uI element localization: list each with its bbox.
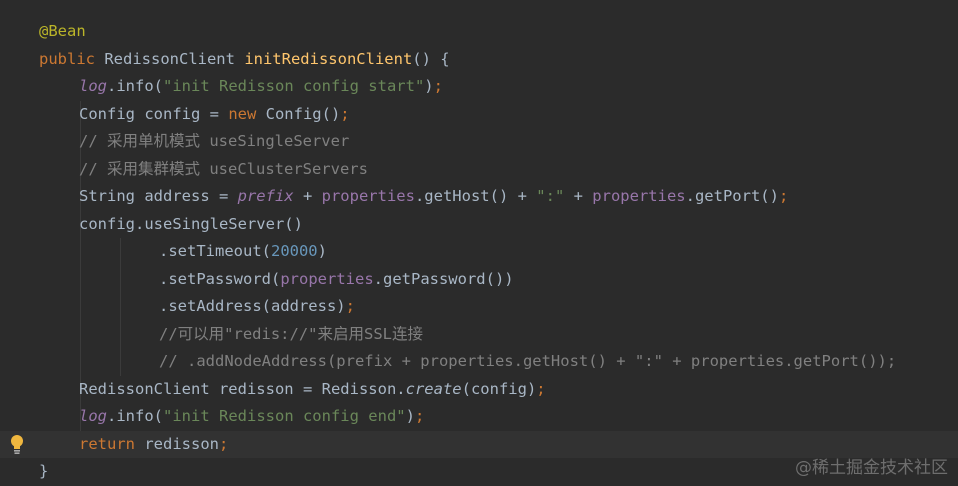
code-token: ) xyxy=(317,242,327,260)
code-token: properties xyxy=(592,187,686,205)
code-line-content: return redisson; xyxy=(79,431,228,459)
code-token: Config config = xyxy=(79,104,229,123)
code-token: + xyxy=(293,187,322,205)
code-token: initRedissonClient xyxy=(244,49,413,68)
code-line[interactable]: Config config = new Config(); xyxy=(0,100,958,129)
code-token: .getPort() xyxy=(685,187,779,205)
indent-guide xyxy=(120,293,121,321)
code-line[interactable]: .setPassword(properties.getPassword()) xyxy=(0,265,958,294)
code-line[interactable]: log.info("init Redisson config end"); xyxy=(0,403,958,431)
code-line-content: } xyxy=(39,458,48,486)
code-token: ; xyxy=(218,434,229,453)
code-line-content: .setAddress(address); xyxy=(159,293,355,321)
code-token: log xyxy=(79,77,107,95)
code-line[interactable]: RedissonClient redisson = Redisson.creat… xyxy=(0,375,958,404)
code-editor[interactable]: @Bean public RedissonClient initRedissonC… xyxy=(0,0,958,486)
code-token: Config() xyxy=(265,104,341,123)
code-line[interactable]: // .addNodeAddress(prefix + properties.g… xyxy=(0,348,958,376)
code-token: } xyxy=(39,462,49,480)
indent-guide xyxy=(80,348,81,376)
code-token: ; xyxy=(778,187,789,205)
code-line[interactable]: String address = prefix + properties.get… xyxy=(0,183,958,211)
code-token: "init Redisson config start" xyxy=(163,77,425,95)
code-token: properties xyxy=(321,187,415,205)
code-line[interactable]: log.info("init Redisson config start"); xyxy=(0,73,958,101)
code-token: ":" xyxy=(536,187,565,205)
lightbulb-icon[interactable] xyxy=(9,434,25,456)
code-token: + xyxy=(564,187,593,205)
code-area[interactable]: @Bean public RedissonClient initRedissonC… xyxy=(0,18,958,486)
code-token: ; xyxy=(433,77,443,95)
indent-guide xyxy=(120,320,121,348)
code-token: .setTimeout( xyxy=(159,242,271,260)
code-token: public xyxy=(39,49,105,68)
code-token: ; xyxy=(536,379,546,398)
code-token: "init Redisson config end" xyxy=(163,407,406,425)
code-token: // 采用单机模式 useSingleServer xyxy=(79,132,350,150)
code-line[interactable]: //可以用"redis://"来启用SSL连接 xyxy=(0,320,958,349)
code-line-content: // 采用单机模式 useSingleServer xyxy=(79,128,349,156)
code-line-content: Config config = new Config(); xyxy=(79,101,350,129)
indent-guide xyxy=(80,265,81,293)
code-token: ) xyxy=(424,77,434,95)
code-token: ; xyxy=(340,104,350,123)
code-line-content: RedissonClient redisson = Redisson.creat… xyxy=(79,376,546,404)
code-line-content: // 采用集群模式 useClusterServers xyxy=(79,156,368,184)
code-token: .getHost() + xyxy=(414,187,537,205)
code-token: ) xyxy=(405,407,415,425)
code-token: .setPassword( xyxy=(159,269,281,288)
code-line-content: // .addNodeAddress(prefix + properties.g… xyxy=(159,348,896,376)
indent-guide xyxy=(120,265,121,293)
code-token: @Bean xyxy=(39,22,86,40)
indent-guide xyxy=(120,238,121,266)
code-token: prefix xyxy=(237,187,294,205)
code-line-content: log.info("init Redisson config start"); xyxy=(79,73,443,101)
indent-guide xyxy=(120,348,121,376)
code-line[interactable]: // 采用集群模式 useClusterServers xyxy=(0,155,958,184)
watermark: @稀土掘金技术社区 xyxy=(795,458,948,478)
code-token: new xyxy=(228,104,266,123)
code-token: String address = xyxy=(79,187,238,205)
code-line-content: .setTimeout(20000) xyxy=(159,238,327,266)
code-token: () { xyxy=(412,49,450,68)
code-line-content: log.info("init Redisson config end"); xyxy=(79,403,424,431)
code-token: .setAddress(address) xyxy=(159,297,346,315)
code-line[interactable]: public RedissonClient initRedissonClient… xyxy=(0,46,958,74)
code-token: properties xyxy=(280,269,374,288)
code-line[interactable]: // 采用单机模式 useSingleServer xyxy=(0,128,958,156)
code-line[interactable]: config.useSingleServer() xyxy=(0,210,958,239)
code-line[interactable]: .setTimeout(20000) xyxy=(0,238,958,266)
indent-guide xyxy=(80,238,81,266)
code-token: //可以用"redis://"来启用SSL连接 xyxy=(159,324,423,343)
code-token: redisson xyxy=(144,434,219,453)
code-token: .getPassword()) xyxy=(373,269,514,288)
code-token: ; xyxy=(414,407,425,425)
code-token: // .addNodeAddress(prefix + properties.g… xyxy=(159,352,897,370)
code-line-content: @Bean xyxy=(39,18,86,46)
code-token: create xyxy=(405,379,462,398)
code-line-content: public RedissonClient initRedissonClient… xyxy=(39,46,450,74)
code-line-content: String address = prefix + properties.get… xyxy=(79,183,788,211)
code-line-content: config.useSingleServer() xyxy=(79,211,303,239)
code-token: log xyxy=(79,407,107,425)
code-token: .info( xyxy=(107,407,163,425)
code-line-content: .setPassword(properties.getPassword()) xyxy=(159,266,514,294)
code-token: config.useSingleServer() xyxy=(79,214,303,233)
code-token: 20000 xyxy=(270,242,318,260)
code-line-content: //可以用"redis://"来启用SSL连接 xyxy=(159,321,423,349)
code-token: // 采用集群模式 useClusterServers xyxy=(79,159,368,178)
code-token: (config) xyxy=(461,379,537,398)
code-line[interactable]: .setAddress(address); xyxy=(0,293,958,321)
code-token: RedissonClient redisson = Redisson. xyxy=(79,379,406,398)
code-token: RedissonClient xyxy=(104,49,245,68)
code-line[interactable]: @Bean xyxy=(0,18,958,46)
code-token: return xyxy=(79,434,145,453)
code-token: ; xyxy=(345,297,355,315)
indent-guide xyxy=(80,320,81,348)
code-token: .info( xyxy=(107,77,163,95)
indent-guide xyxy=(80,293,81,321)
